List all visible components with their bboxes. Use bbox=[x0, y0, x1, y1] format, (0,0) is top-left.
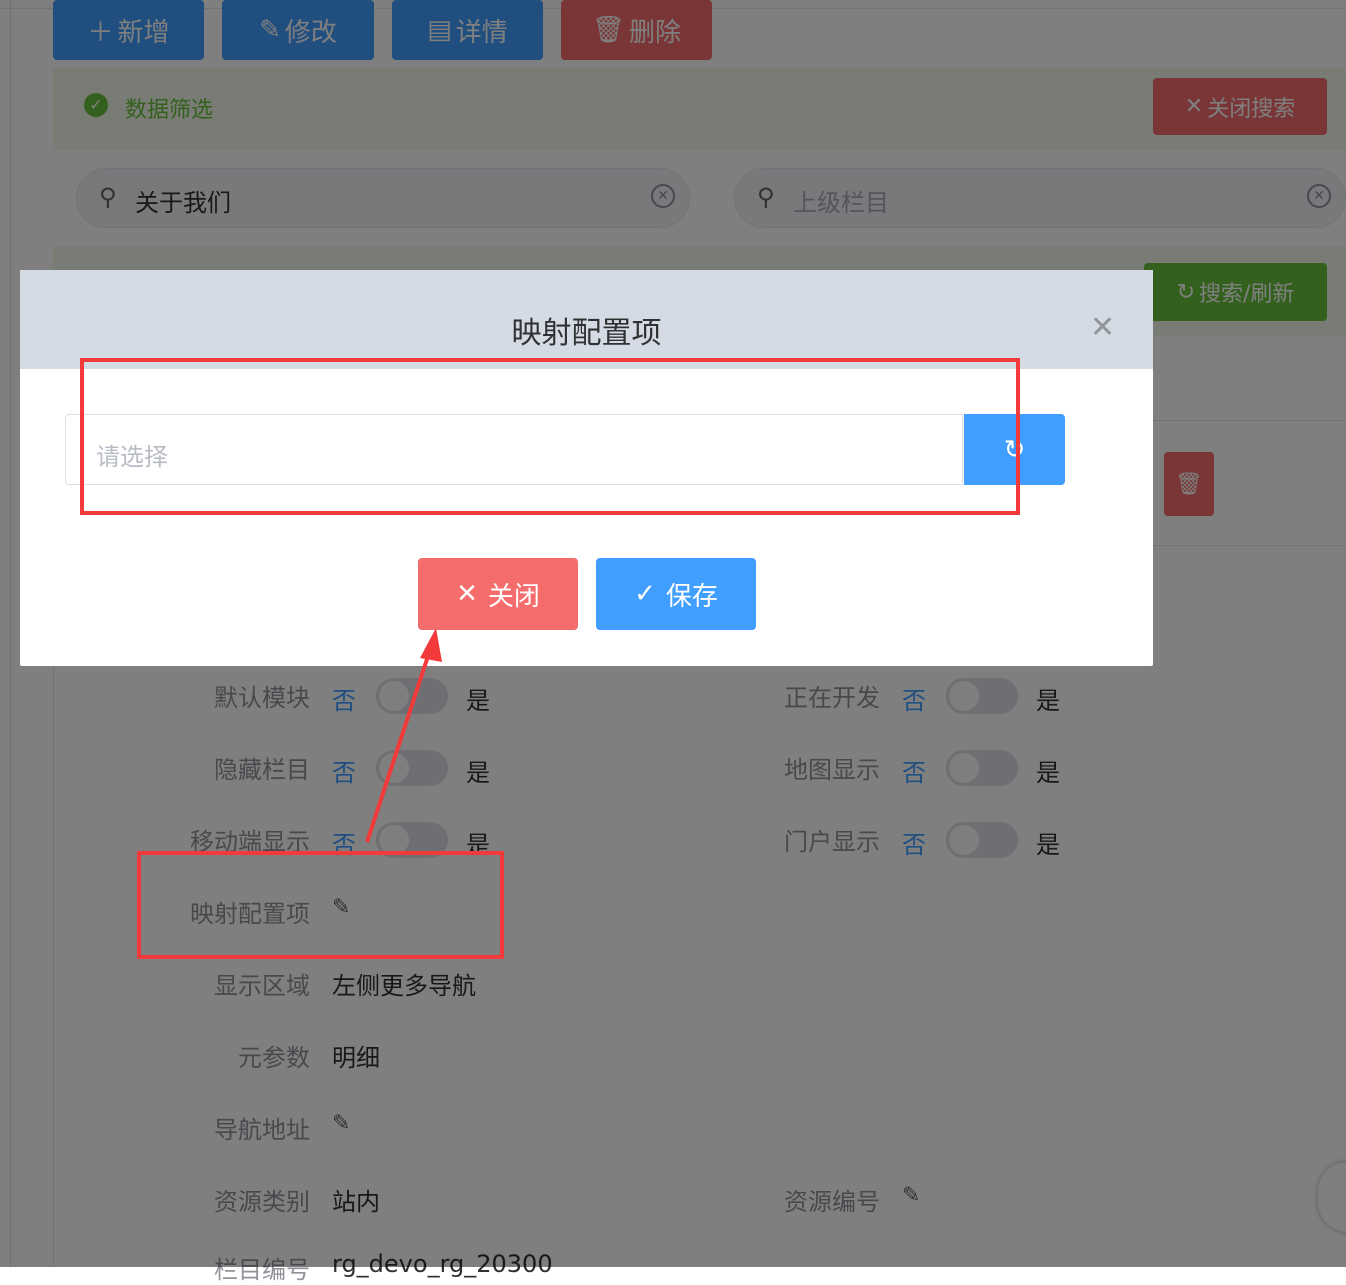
annotation-arrow bbox=[365, 628, 442, 843]
